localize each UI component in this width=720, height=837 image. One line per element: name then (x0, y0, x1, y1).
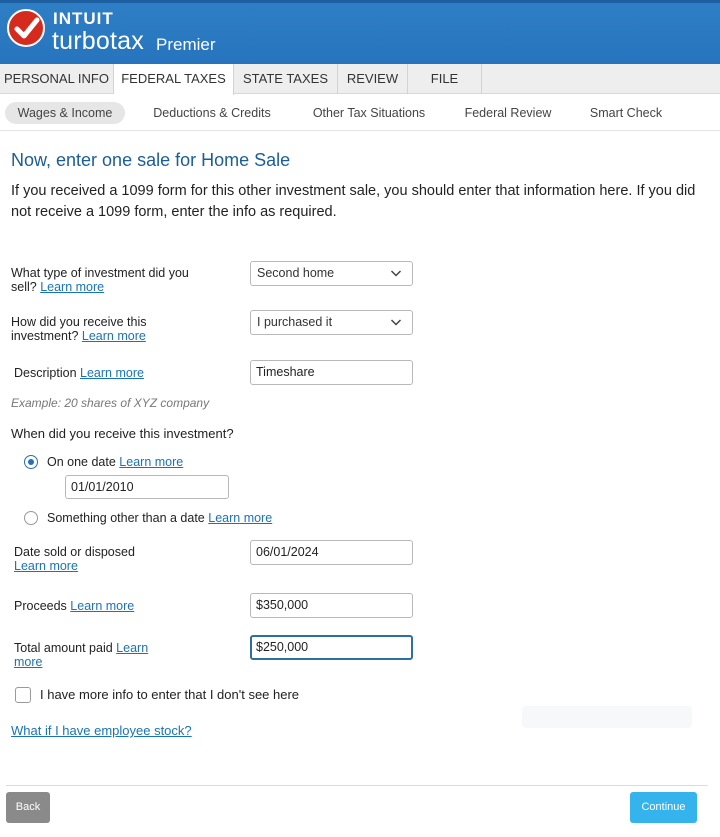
received-when-question: When did you receive this investment? (11, 426, 234, 441)
page-intro: If you received a 1099 form for this oth… (11, 183, 696, 220)
brand-turbotax: turbotax (52, 27, 144, 55)
faded-overlay-placeholder (522, 706, 692, 728)
total-paid-label: Total amount paid Learn more (14, 641, 148, 669)
received-how-label-line1: How did you receive this (11, 315, 147, 329)
subtab-wages-income[interactable]: Wages & Income (5, 102, 125, 124)
date-sold-input[interactable]: 06/01/2024 (250, 540, 413, 565)
footer-divider (6, 785, 708, 786)
date-sold-learn-more-link[interactable]: Learn more (14, 559, 78, 573)
something-other-label: Something other than a date Learn more (47, 511, 272, 525)
page-title: Now, enter one sale for Home Sale (11, 150, 291, 170)
on-one-date-text: On one date (47, 455, 116, 469)
tab-review[interactable]: REVIEW (338, 64, 408, 94)
investment-type-select[interactable]: Second home (250, 261, 413, 286)
proceeds-label: Proceeds Learn more (14, 599, 134, 613)
received-how-learn-more-link[interactable]: Learn more (82, 329, 146, 343)
more-info-checkbox[interactable] (15, 687, 31, 703)
subtab-deductions-credits[interactable]: Deductions & Credits (142, 102, 282, 124)
subtab-federal-review[interactable]: Federal Review (456, 102, 560, 124)
brand-edition: Premier (156, 35, 216, 54)
sub-tabs: Wages & Income Deductions & Credits Othe… (0, 95, 720, 131)
description-input[interactable]: Timeshare (250, 360, 413, 385)
chevron-down-icon (390, 319, 402, 326)
tab-federal-taxes[interactable]: FEDERAL TAXES (114, 64, 234, 95)
on-one-date-label: On one date Learn more (47, 455, 183, 469)
proceeds-label-text: Proceeds (14, 599, 67, 613)
back-button[interactable]: Back (6, 792, 50, 823)
brand-intuit: INTUIT (53, 9, 114, 28)
description-learn-more-link[interactable]: Learn more (80, 366, 144, 380)
turbotax-checkmark-logo-icon (7, 9, 45, 47)
investment-type-label-line2: sell? (11, 280, 37, 294)
proceeds-learn-more-link[interactable]: Learn more (70, 599, 134, 613)
something-other-learn-more-link[interactable]: Learn more (208, 511, 272, 525)
total-paid-label-text: Total amount paid (14, 641, 113, 655)
received-how-select[interactable]: I purchased it (250, 310, 413, 335)
total-paid-input[interactable]: $250,000 (250, 635, 413, 660)
received-how-label: How did you receive this investment? Lea… (11, 315, 241, 343)
continue-button[interactable]: Continue (630, 792, 697, 823)
acquired-date-input[interactable]: 01/01/2010 (65, 475, 229, 499)
description-example: Example: 20 shares of XYZ company (11, 396, 210, 410)
tab-personal-info[interactable]: PERSONAL INFO (0, 64, 114, 94)
subtab-other-tax-situations[interactable]: Other Tax Situations (303, 102, 435, 124)
subtab-smart-check[interactable]: Smart Check (580, 102, 672, 124)
total-paid-learn-link[interactable]: Learn (116, 641, 148, 655)
investment-type-label-line1: What type of investment did you (11, 266, 189, 280)
something-other-text: Something other than a date (47, 511, 205, 525)
date-sold-label-text: Date sold or disposed (14, 545, 135, 559)
proceeds-input[interactable]: $350,000 (250, 593, 413, 618)
header-top-edge (0, 0, 720, 3)
description-label-text: Description (14, 366, 77, 380)
received-how-value: I purchased it (257, 315, 333, 329)
date-sold-label: Date sold or disposed Learn more (14, 545, 135, 573)
investment-type-label: What type of investment did you sell? Le… (11, 266, 241, 294)
chevron-down-icon (390, 270, 402, 277)
investment-type-value: Second home (257, 266, 335, 280)
main-tabs: PERSONAL INFO FEDERAL TAXES STATE TAXES … (0, 64, 720, 95)
radio-on-one-date[interactable] (24, 455, 38, 469)
app-header: INTUIT turbotax Premier (0, 0, 720, 64)
on-one-date-learn-more-link[interactable]: Learn more (119, 455, 183, 469)
total-paid-more-link[interactable]: more (14, 655, 42, 669)
radio-something-other[interactable] (24, 511, 38, 525)
more-info-label: I have more info to enter that I don't s… (40, 687, 300, 702)
investment-type-learn-more-link[interactable]: Learn more (40, 280, 104, 294)
employee-stock-link[interactable]: What if I have employee stock? (11, 724, 192, 738)
tab-file[interactable]: FILE (408, 64, 482, 94)
received-how-label-line2: investment? (11, 329, 79, 343)
tab-state-taxes[interactable]: STATE TAXES (234, 64, 338, 94)
description-label: Description Learn more (14, 366, 144, 380)
